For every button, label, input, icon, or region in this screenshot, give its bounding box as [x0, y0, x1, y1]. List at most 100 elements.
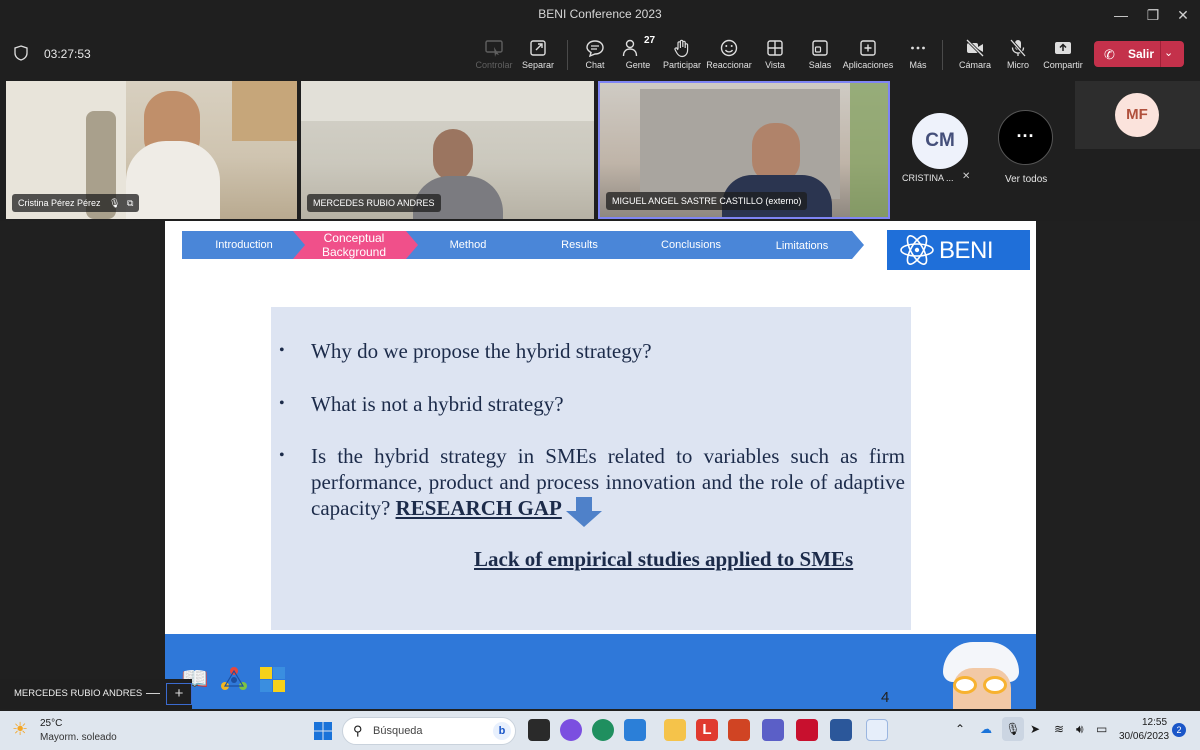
meeting-toolbar: 03:27:53 Controlar Separar Chat 27 Gente… [0, 30, 1200, 78]
participant-name-cm: CRISTINA ... [902, 173, 954, 183]
maximize-button[interactable]: ❐ [1138, 4, 1168, 26]
screen-share-icon: ⧉ [127, 198, 134, 208]
leave-label: Salir [1128, 47, 1155, 61]
mas-button[interactable]: Más [890, 36, 946, 76]
avatar-mf: MF [1115, 93, 1159, 137]
research-gap-label: RESEARCH GAP [395, 496, 562, 520]
word-icon[interactable] [830, 719, 852, 741]
self-view-name: MERCEDES RUBIO ANDRES [14, 688, 143, 699]
mascot-illustration [935, 634, 1025, 709]
nav-results: Results [517, 231, 642, 259]
add-icon [860, 40, 876, 56]
toolbar-divider [942, 40, 943, 70]
chat-icon [586, 40, 604, 58]
weather-desc[interactable]: Mayorm. soleado [40, 732, 117, 743]
participant-tile-cristina[interactable]: Cristina Pérez Pérez 🎙︎ ⧉ [6, 81, 297, 219]
people-icon [622, 39, 638, 57]
meeting-timer: 03:27:53 [44, 47, 91, 61]
lack-of-studies-label: Lack of empirical studies applied to SME… [474, 547, 854, 571]
weather-icon: ☀ [12, 719, 29, 739]
snipping-tool-icon[interactable] [866, 719, 888, 741]
mic-off-icon: 🎙︎ [109, 198, 121, 208]
battery-icon[interactable]: ▭ [1096, 722, 1107, 736]
store-icon[interactable] [624, 719, 646, 741]
presentation-slide: Introduction Conceptual Background Metho… [165, 221, 1036, 709]
popout-icon [530, 40, 546, 56]
more-icon [911, 46, 925, 50]
window-title: BENI Conference 2023 [538, 7, 662, 21]
edge-icon[interactable] [592, 719, 614, 741]
task-view-icon[interactable] [528, 719, 550, 741]
notification-badge[interactable]: 2 [1172, 723, 1186, 737]
more-participants-button[interactable]: ··· [998, 110, 1053, 165]
leave-button[interactable]: ✆ Salir ⌄ [1094, 41, 1184, 67]
weather-temp[interactable]: 25°C [40, 718, 62, 729]
smile-icon [720, 39, 738, 57]
location-icon[interactable]: ➤ [1030, 722, 1040, 736]
windows-start-icon[interactable] [313, 721, 333, 741]
person-body [126, 141, 220, 219]
participant-tile-mercedes[interactable]: MERCEDES RUBIO ANDRES [301, 81, 594, 219]
down-arrow-icon [566, 497, 602, 527]
ver-todos-label[interactable]: Ver todos [1005, 174, 1047, 185]
l-app-icon[interactable]: L [696, 719, 718, 741]
slide-content-box: • Why do we propose the hybrid strategy?… [271, 307, 911, 630]
volume-icon[interactable]: 🔊︎ [1076, 722, 1084, 737]
bing-icon: b [493, 722, 511, 740]
leave-divider [1160, 41, 1161, 67]
avatar-cm[interactable]: CM [912, 113, 968, 169]
participant-name: MIGUEL ANGEL SASTRE CASTILLO (externo) [606, 192, 808, 210]
chevron-up-icon[interactable]: ⌃ [955, 722, 965, 736]
share-icon [1055, 42, 1071, 54]
chat-app-icon[interactable] [560, 719, 582, 741]
wifi-icon[interactable]: ≋ [1054, 722, 1064, 736]
powerpoint-icon[interactable] [728, 719, 750, 741]
person-head [752, 123, 800, 183]
chevron-down-icon[interactable]: ⌄ [1164, 46, 1173, 59]
participant-name: Cristina Pérez Pérez 🎙︎ ⧉ [12, 194, 140, 212]
close-button[interactable]: ✕ [1168, 4, 1198, 26]
onedrive-icon[interactable]: ☁ [980, 722, 992, 736]
slide-footer-band: 📖 [165, 634, 1036, 709]
video-ceiling [301, 81, 594, 121]
compartir-button[interactable]: Compartir [1035, 36, 1091, 76]
camera-off-icon [965, 38, 985, 58]
raise-hand-icon [674, 39, 689, 58]
aplicaciones-button[interactable]: Aplicaciones [840, 36, 896, 76]
person-head [433, 129, 473, 181]
video-poster [232, 81, 297, 141]
control-icon [485, 40, 503, 57]
mic-off-icon [1009, 39, 1027, 57]
participant-tile-miguel[interactable]: MIGUEL ANGEL SASTRE CASTILLO (externo) [598, 81, 890, 219]
search-icon: ⚲ [353, 723, 363, 738]
windows-taskbar: ☀ 25°C Mayorm. soleado ⚲ Búsqueda b L ⌃ … [0, 711, 1200, 750]
self-tile-mf[interactable]: MF [1075, 81, 1200, 149]
grid-icon [767, 40, 783, 56]
acrobat-icon[interactable] [796, 719, 818, 741]
teams-icon[interactable] [762, 719, 784, 741]
phone-hangup-icon: ✆ [1104, 47, 1115, 62]
rooms-icon [812, 40, 828, 56]
minimize-self-view-button[interactable]: — [146, 684, 160, 700]
shield-icon [14, 45, 28, 61]
nav-conclusions: Conclusions [629, 231, 753, 259]
clock-date[interactable]: 30/06/2023 [1119, 731, 1169, 742]
separar-button[interactable]: Separar [510, 36, 566, 76]
participant-name: MERCEDES RUBIO ANDRES [307, 194, 441, 212]
mic-muted-icon[interactable]: 🎙︎ [1002, 717, 1024, 741]
nav-method: Method [406, 231, 530, 259]
taskbar-search[interactable]: ⚲ Búsqueda b [342, 717, 516, 745]
self-view-bar: MERCEDES RUBIO ANDRES — + [0, 679, 192, 709]
atom-icon [900, 235, 934, 265]
file-explorer-icon[interactable] [664, 719, 686, 741]
nav-introduction: Introduction [182, 231, 306, 259]
title-bar: BENI Conference 2023 — ❐ ✕ [0, 0, 1200, 30]
video-plant [850, 83, 888, 217]
minimize-button[interactable]: — [1106, 4, 1136, 26]
blocks-icon [260, 667, 285, 692]
beni-logo: BENI [887, 230, 1030, 270]
nav-limitations: Limitations [740, 231, 864, 259]
clock-time[interactable]: 12:55 [1142, 717, 1167, 728]
expand-self-view-button[interactable]: + [166, 683, 192, 705]
nav-conceptual-background: Conceptual Background [293, 231, 419, 259]
